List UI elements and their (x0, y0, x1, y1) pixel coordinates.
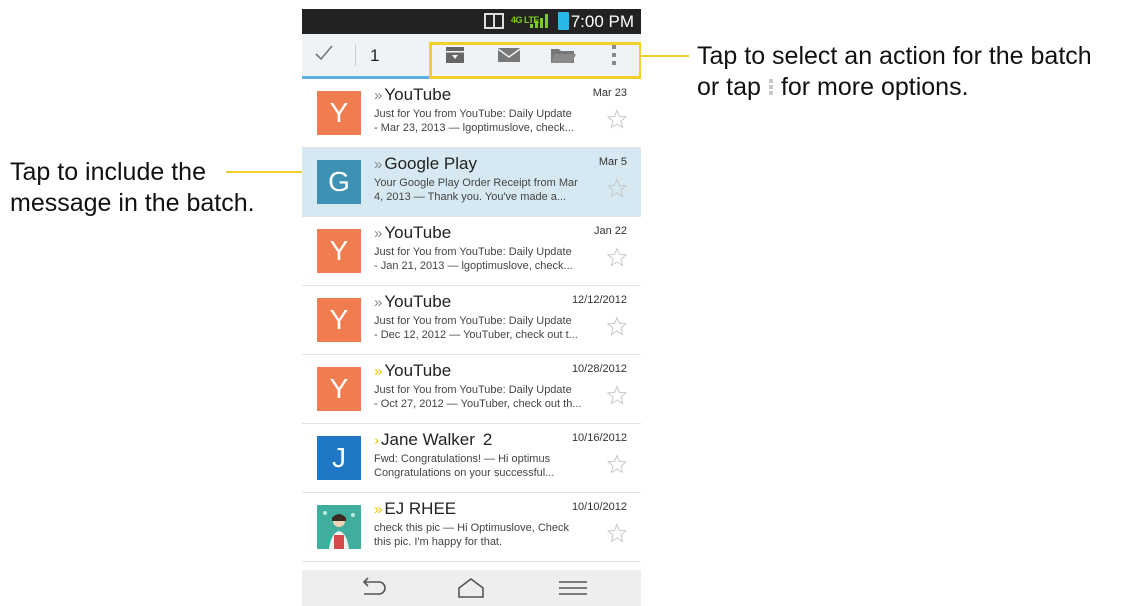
batch-actions-highlight (429, 42, 641, 79)
snippet-line-1: Just for You from YouTube: Daily Update (374, 246, 572, 258)
snippet-line-2: - Mar 23, 2013 — lgoptimuslove, check... (374, 122, 574, 134)
importance-marker-icon: » (374, 156, 383, 173)
star-icon[interactable] (607, 316, 627, 336)
star-icon[interactable] (607, 385, 627, 405)
callout-include-message: Tap to include the message in the batch. (10, 157, 280, 219)
sender: » EJ RHEE (374, 499, 456, 519)
callout-batch-actions: Tap to select an action for the batch or… (697, 41, 1127, 103)
avatar[interactable]: J (317, 436, 361, 480)
sender-name: YouTube (384, 292, 452, 311)
snippet-line-2: - Jan 21, 2013 — lgoptimuslove, check... (374, 260, 573, 272)
person-photo-icon (317, 505, 361, 549)
callout-right-leader-line (641, 55, 689, 57)
sender-name: YouTube (384, 361, 452, 380)
message-snippet: check this pic — Hi Optimuslove, Check t… (374, 521, 604, 549)
battery-icon (558, 12, 569, 30)
importance-marker-icon: » (374, 225, 383, 242)
message-snippet: Fwd: Congratulations! — Hi optimus Congr… (374, 452, 604, 480)
callout-right-line2-b: for more options. (780, 73, 969, 101)
thread-count: 2 (482, 430, 493, 449)
snippet-line-1: Fwd: Congratulations! — Hi optimus (374, 453, 551, 465)
message-date: Mar 5 (598, 156, 627, 168)
message-row-jane-walker[interactable]: J › Jane Walker 2 10/16/2012 Fwd: Congratu… (302, 424, 641, 493)
action-bar-divider (355, 44, 356, 66)
message-snippet: Just for You from YouTube: Daily Update … (374, 107, 604, 135)
message-date: Jan 22 (593, 225, 627, 237)
message-row-youtube[interactable]: Y » YouTube Jan 22 Just for You from YouT… (302, 217, 641, 286)
sender-name: Google Play (384, 154, 477, 173)
sender-name: YouTube (384, 85, 452, 104)
sender-name: YouTube (384, 223, 452, 242)
importance-marker-icon: › (374, 432, 379, 449)
star-icon[interactable] (607, 454, 627, 474)
menu-icon[interactable] (558, 576, 588, 600)
sender-name: EJ RHEE (384, 499, 457, 518)
nfc-icon (484, 13, 504, 29)
sender: » YouTube (374, 361, 451, 381)
avatar[interactable]: Y (317, 229, 361, 273)
avatar[interactable]: G (317, 160, 361, 204)
selected-count: 1 (370, 46, 380, 65)
message-snippet: Your Google Play Order Receipt from Mar … (374, 176, 604, 204)
sender: › Jane Walker 2 (374, 430, 492, 450)
snippet-line-2: - Oct 27, 2012 — YouTuber, check out th.… (374, 398, 582, 410)
avatar-photo[interactable] (317, 505, 361, 549)
message-snippet: Just for You from YouTube: Daily Update … (374, 314, 604, 342)
message-date: 12/12/2012 (571, 294, 627, 306)
message-snippet: Just for You from YouTube: Daily Update … (374, 383, 604, 411)
snippet-line-1: Just for You from YouTube: Daily Update (374, 315, 572, 327)
message-row-youtube[interactable]: Y » YouTube 10/28/2012 Just for You from … (302, 355, 641, 424)
message-row-youtube[interactable]: Y » YouTube Mar 23 Just for You from YouT… (302, 79, 641, 148)
snippet-line-2: this pic. I'm happy for that. (374, 536, 503, 548)
star-icon[interactable] (607, 523, 627, 543)
message-date: 10/16/2012 (571, 432, 627, 444)
message-date: 10/10/2012 (571, 501, 627, 513)
home-icon[interactable] (456, 576, 486, 600)
star-icon[interactable] (607, 178, 627, 198)
status-time: 7:00 PM (570, 12, 634, 31)
callout-left-leader-line (226, 171, 303, 173)
message-row-ej-rhee[interactable]: » EJ RHEE 10/10/2012 check this pic — Hi … (302, 493, 641, 562)
snippet-line-2: - Dec 12, 2012 — YouTuber, check out t..… (374, 329, 578, 341)
message-date: 10/28/2012 (571, 363, 627, 375)
star-icon[interactable] (607, 247, 627, 267)
back-icon[interactable] (358, 576, 388, 600)
phone-screen: 4G LTE 7:00 PM 1 Y » YouTube Mar 23 Just… (302, 9, 641, 606)
star-icon[interactable] (607, 109, 627, 129)
snippet-line-2: 4, 2013 — Thank you. You've made a... (374, 191, 567, 203)
sender: » Google Play (374, 154, 477, 174)
sender-name: Jane Walker (381, 430, 475, 449)
callout-left-line2: message in the batch. (10, 189, 255, 217)
snippet-line-1: Just for You from YouTube: Daily Update (374, 384, 572, 396)
avatar[interactable]: Y (317, 91, 361, 135)
sender: » YouTube (374, 85, 451, 105)
status-bar: 4G LTE 7:00 PM (302, 9, 641, 34)
snippet-line-2: Congratulations on your successful... (374, 467, 555, 479)
message-list: Y » YouTube Mar 23 Just for You from YouT… (302, 79, 641, 562)
avatar[interactable]: Y (317, 367, 361, 411)
check-icon[interactable] (315, 43, 333, 63)
snippet-line-1: Your Google Play Order Receipt from Mar (374, 177, 578, 189)
snippet-line-1: Just for You from YouTube: Daily Update (374, 108, 572, 120)
signal-icon (530, 14, 550, 28)
message-row-google-play[interactable]: G » Google Play Mar 5 Your Google Play Or… (302, 148, 641, 217)
callout-right-line2: or tap for more options. (697, 72, 1127, 103)
importance-marker-icon: » (374, 87, 383, 104)
avatar[interactable]: Y (317, 298, 361, 342)
snippet-line-1: check this pic — Hi Optimuslove, Check (374, 522, 570, 534)
callout-right-line2-a: or tap (697, 73, 761, 101)
message-snippet: Just for You from YouTube: Daily Update … (374, 245, 604, 273)
message-row-youtube[interactable]: Y » YouTube 12/12/2012 Just for You from … (302, 286, 641, 355)
sender: » YouTube (374, 223, 451, 243)
importance-marker-icon: » (374, 363, 383, 380)
overflow-menu-icon (767, 77, 775, 97)
importance-marker-icon: » (374, 501, 383, 518)
callout-right-line1: Tap to select an action for the batch (697, 42, 1092, 70)
sender: » YouTube (374, 292, 451, 312)
message-date: Mar 23 (592, 87, 627, 99)
importance-marker-icon: » (374, 294, 383, 311)
navigation-bar (302, 570, 641, 606)
